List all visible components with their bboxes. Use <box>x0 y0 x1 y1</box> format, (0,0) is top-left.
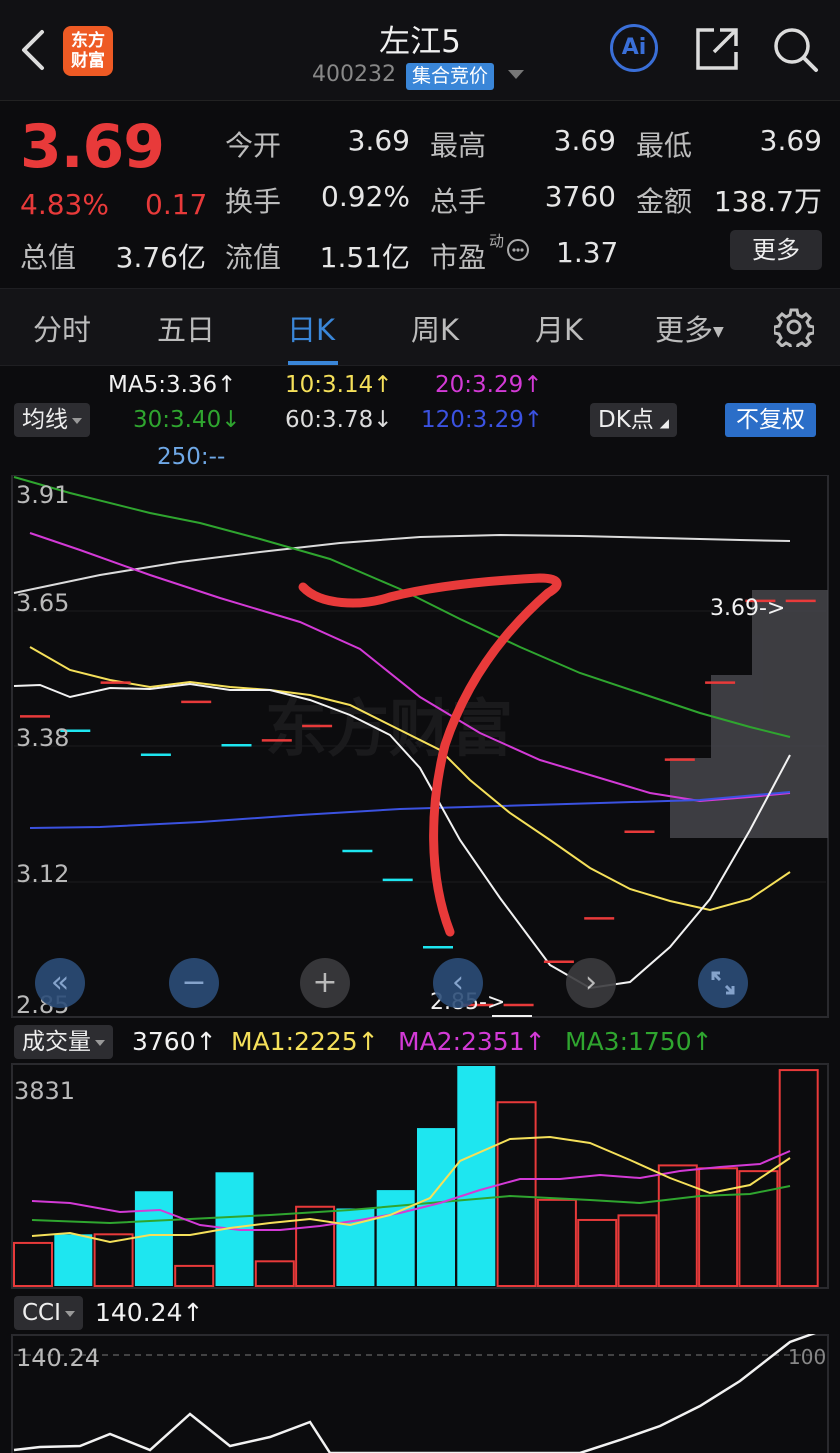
volume-label: 总手 <box>430 185 487 218</box>
axis-price-3: 3.38 <box>16 724 69 752</box>
tab-weekly-k[interactable]: 周K <box>411 307 459 349</box>
kline-chart[interactable]: 东方财富 3.91 3.65 3.38 3.12 2.85 3.69-> 2.8… <box>0 475 840 1020</box>
dk-point-toggle[interactable]: DK点 ◢ <box>590 403 678 437</box>
low-value: 3.69 <box>759 124 822 157</box>
volume-bar-16 <box>617 1214 658 1288</box>
volume-bar-8 <box>295 1205 336 1287</box>
volume-bar-20 <box>778 1069 819 1287</box>
float-value-label: 流值 <box>225 241 282 274</box>
active-tab-indicator <box>288 361 338 365</box>
ma120-legend: 120:3.29↑ <box>421 407 544 433</box>
volume-bar-15 <box>577 1218 618 1288</box>
tab-more-label: 更多 <box>655 313 714 347</box>
tab-daily-k[interactable]: 日K <box>287 307 335 349</box>
settings-gear-icon[interactable] <box>772 307 816 352</box>
high-marker: 3.69-> <box>710 596 785 621</box>
volume-bar-18 <box>698 1167 739 1287</box>
fullscreen-icon[interactable] <box>698 958 748 1008</box>
ma60-line <box>13 533 791 594</box>
open-value: 3.69 <box>347 124 410 157</box>
volume-bar-17 <box>657 1164 698 1287</box>
volume-ma3-legend: MA3:1750↑ <box>565 1027 713 1056</box>
last-price: 3.69 <box>20 112 165 182</box>
volume-bar-4 <box>134 1191 173 1286</box>
ma250-legend: 250:-- <box>157 444 226 470</box>
volume-bar-2 <box>54 1234 93 1286</box>
volume-bar-7 <box>254 1260 295 1287</box>
total-value: 3.76亿 <box>115 241 206 274</box>
stock-code: 400232 <box>312 62 396 87</box>
scroll-left-fast-button[interactable]: « <box>35 958 85 1008</box>
cci-level-label: 100 <box>788 1345 826 1369</box>
no-adjust-button[interactable]: 不复权 <box>725 403 816 437</box>
low-label: 最低 <box>636 129 693 162</box>
zoom-in-button[interactable]: + <box>300 958 350 1008</box>
volume-ma2-legend: MA2:2351↑ <box>398 1027 546 1056</box>
tab-intraday[interactable]: 分时 <box>33 307 91 349</box>
caret-down-icon: ▼ <box>713 324 724 340</box>
open-label: 今开 <box>225 129 282 162</box>
ma5-legend: MA5:3.36↑ <box>108 372 237 398</box>
pe-info-icon[interactable] <box>506 238 530 266</box>
scroll-right-button[interactable]: › <box>566 958 616 1008</box>
tab-five-day[interactable]: 五日 <box>157 307 215 349</box>
float-value: 1.51亿 <box>319 241 410 274</box>
scroll-left-button[interactable]: ‹ <box>433 958 483 1008</box>
cci-axis-top: 140.24 <box>16 1344 100 1372</box>
volume-value: 3760 <box>544 180 616 213</box>
volume-bar-12 <box>457 1066 496 1286</box>
axis-price-2: 3.65 <box>16 589 69 617</box>
volume-bar-19 <box>738 1170 779 1287</box>
change-amount: 0.17 <box>145 188 208 221</box>
chevron-down-icon[interactable] <box>508 70 524 79</box>
volume-bar-5 <box>174 1264 215 1287</box>
change-percent: 4.83% <box>20 188 109 221</box>
ma10-legend: 10:3.14↑ <box>285 372 393 398</box>
cci-legend-value: 140.24↑ <box>95 1298 204 1327</box>
pe-label: 市盈 <box>430 241 487 274</box>
amount-label: 金额 <box>636 185 693 218</box>
volume-legend-value: 3760↑ <box>132 1027 217 1056</box>
amount-value: 138.7万 <box>713 185 822 218</box>
volume-bar-13 <box>496 1101 537 1287</box>
volume-axis-max: 3831 <box>14 1077 75 1105</box>
axis-price-1: 3.91 <box>16 481 69 509</box>
share-icon[interactable] <box>694 26 740 76</box>
volume-indicator-select[interactable]: 成交量 <box>14 1025 113 1059</box>
ma20-legend: 20:3.29↑ <box>435 372 543 398</box>
cci-chart[interactable]: 140.24 100 <box>0 1334 840 1453</box>
volume-bar-group <box>13 1066 819 1288</box>
volume-ma1-legend: MA1:2225↑ <box>231 1027 379 1056</box>
total-value-label: 总值 <box>20 241 77 274</box>
turnover-label: 换手 <box>225 185 282 218</box>
period-tabs: 分时 五日 日K 周K 月K 更多▼ <box>0 288 840 366</box>
ai-assistant-button[interactable]: Ai <box>610 24 658 72</box>
auction-badge: 集合竞价 <box>406 63 495 90</box>
pe-dynamic-mark: 动 <box>489 232 505 250</box>
watermark: 东方财富 <box>265 692 513 765</box>
ma60-legend: 60:3.78↓ <box>285 407 393 433</box>
search-icon[interactable] <box>772 26 820 78</box>
tab-monthly-k[interactable]: 月K <box>535 307 583 349</box>
zoom-out-button[interactable]: − <box>169 958 219 1008</box>
ma-mode-select[interactable]: 均线 <box>14 403 90 437</box>
tab-more[interactable]: 更多▼ <box>655 307 724 349</box>
cci-indicator-select[interactable]: CCI <box>14 1296 83 1330</box>
turnover-value: 0.92% <box>321 180 410 213</box>
pe-value: 1.37 <box>556 236 619 269</box>
cci-line <box>13 1334 816 1453</box>
top-bar: 东方 财富 左江5 400232 集合竞价 Ai <box>0 0 840 101</box>
axis-price-4: 3.12 <box>16 860 69 888</box>
high-label: 最高 <box>430 129 487 162</box>
ma30-legend: 30:3.40↓ <box>133 407 241 433</box>
volume-bar-14 <box>536 1198 577 1287</box>
volume-chart[interactable]: 3831 <box>0 1063 840 1289</box>
high-value: 3.69 <box>553 124 616 157</box>
volume-bar-1 <box>13 1241 53 1287</box>
more-quote-button[interactable]: 更多 <box>730 230 822 270</box>
cci-frame <box>11 1334 829 1453</box>
